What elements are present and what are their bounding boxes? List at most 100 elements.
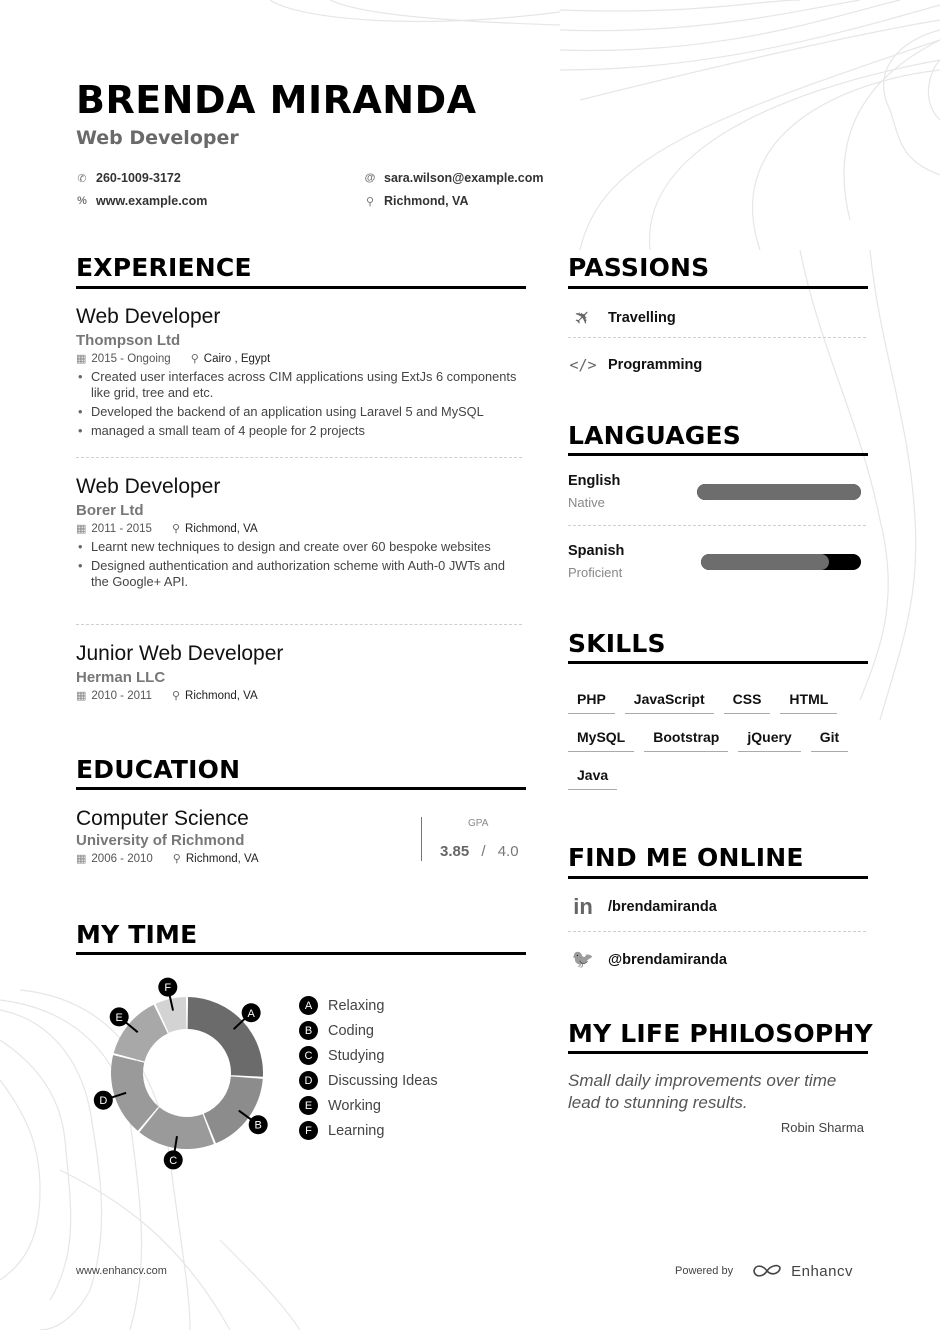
social-label[interactable]: @brendamiranda — [608, 952, 727, 968]
skill-tag: JavaScript — [624, 688, 714, 714]
legend-label: Studying — [328, 1047, 385, 1064]
gpa-divider — [421, 817, 422, 861]
phone-icon: ✆ — [77, 172, 87, 185]
language-proficiency-bar — [701, 554, 861, 570]
passion-separator — [568, 337, 866, 338]
phone-value[interactable]: 260-1009-3172 — [96, 171, 181, 185]
language-name: Spanish — [568, 543, 625, 559]
passion-label: Programming — [608, 357, 703, 373]
enhancv-brand[interactable]: Enhancv — [791, 1263, 853, 1280]
job-bullets: Created user interfaces across CIM appli… — [76, 369, 526, 439]
skills-heading: SKILLS — [568, 629, 666, 658]
language-separator — [568, 525, 866, 526]
skill-tag: jQuery — [738, 726, 801, 752]
contact-phone: ✆ 260-1009-3172 — [76, 171, 181, 185]
donut-label-text: B — [255, 1120, 262, 1132]
legend-item: A Relaxing — [299, 993, 438, 1018]
my-time-legend: A Relaxing B Coding C Studying D Discuss… — [299, 993, 438, 1143]
job-bullet: Learnt new techniques to design and crea… — [76, 539, 526, 555]
airplane-icon: ✈ — [569, 304, 598, 332]
passion-item: ✈ Travelling — [568, 304, 676, 331]
job-company: Herman LLC — [76, 669, 166, 686]
school: University of Richmond — [76, 832, 245, 849]
social-separator — [568, 931, 866, 932]
donut-label-text: C — [169, 1155, 177, 1167]
legend-label: Coding — [328, 1022, 374, 1039]
legend-badge: A — [299, 996, 318, 1015]
language-name: English — [568, 473, 621, 489]
legend-label: Working — [328, 1097, 381, 1114]
job-meta: ▦ 2011 - 2015 ⚲ Richmond, VA — [76, 522, 526, 536]
language-level: Proficient — [568, 565, 623, 580]
skill-tag: Git — [810, 726, 849, 752]
job-location: Cairo , Egypt — [203, 352, 271, 365]
candidate-name: BRENDA MIRANDA — [76, 78, 477, 122]
job-meta: ▦ 2010 - 2011 ⚲ Richmond, VA — [76, 689, 526, 703]
job-company: Thompson Ltd — [76, 332, 181, 349]
donut-slice-b — [203, 1076, 263, 1144]
gpa-separator: / — [481, 843, 486, 860]
legend-badge: D — [299, 1071, 318, 1090]
location-value: Richmond, VA — [384, 194, 469, 208]
skills-list: PHP JavaScript CSS HTML MySQL Bootstrap … — [568, 688, 868, 790]
footer-site-link[interactable]: www.enhancv.com — [76, 1265, 167, 1277]
candidate-title: Web Developer — [76, 127, 239, 149]
job-location: Richmond, VA — [185, 522, 258, 535]
legend-item: F Learning — [299, 1118, 438, 1143]
social-link-linkedin[interactable]: in /brendamiranda — [568, 894, 717, 920]
calendar-icon: ▦ — [76, 853, 87, 865]
job-bullet: Designed authentication and authorizatio… — [76, 558, 526, 590]
job-title: Junior Web Developer — [76, 642, 284, 665]
job-bullet: Created user interfaces across CIM appli… — [76, 369, 526, 401]
job-meta: ▦ 2015 - Ongoing ⚲ Cairo , Egypt — [76, 352, 526, 366]
location-pin-icon: ⚲ — [171, 523, 181, 535]
calendar-icon: ▦ — [76, 353, 87, 365]
skill-tag: MySQL — [568, 726, 635, 752]
website-value[interactable]: www.example.com — [96, 194, 207, 208]
job-entry: Web Developer Borer Ltd ▦ 2011 - 2015 ⚲ … — [76, 475, 526, 593]
gpa-score: 3.85 — [440, 843, 470, 860]
language-proficiency-fill — [701, 554, 829, 570]
skill-tag: HTML — [780, 688, 838, 714]
philosophy-quote: Small daily improvements over time lead … — [568, 1071, 837, 1112]
job-separator — [76, 457, 522, 458]
job-entry: Junior Web Developer Herman LLC ▦ 2010 -… — [76, 642, 526, 702]
job-dates: 2015 - Ongoing — [91, 352, 171, 365]
legend-badge: B — [299, 1021, 318, 1040]
skill-tag: Bootstrap — [644, 726, 729, 752]
location-pin-icon: ⚲ — [365, 195, 375, 208]
philosophy-heading: MY LIFE PHILOSOPHY — [568, 1019, 873, 1048]
job-bullets: Learnt new techniques to design and crea… — [76, 539, 526, 590]
code-icon: </> — [569, 356, 597, 374]
language-level: Native — [568, 495, 605, 510]
language-proficiency-bar — [697, 484, 861, 500]
degree: Computer Science — [76, 807, 249, 830]
social-label[interactable]: /brendamiranda — [608, 899, 717, 915]
legend-badge: E — [299, 1096, 318, 1115]
passions-heading: PASSIONS — [568, 253, 710, 282]
job-title: Web Developer — [76, 475, 221, 498]
legend-item: B Coding — [299, 1018, 438, 1043]
passion-label: Travelling — [608, 309, 676, 326]
languages-divider — [568, 453, 868, 456]
legend-item: C Studying — [299, 1043, 438, 1068]
social-link-twitter[interactable]: 🐦 @brendamiranda — [568, 949, 727, 970]
enhancv-logo-icon — [753, 1264, 781, 1277]
job-bullet: Developed the backend of an application … — [76, 404, 526, 420]
languages-heading: LANGUAGES — [568, 421, 742, 450]
donut-label-text: D — [99, 1095, 107, 1107]
my-time-donut-chart: A B C D E F — [93, 977, 268, 1170]
email-value[interactable]: sara.wilson@example.com — [384, 171, 543, 185]
passion-item: </> Programming — [568, 356, 702, 374]
footer-powered-by: Powered by Enhancv — [675, 1262, 853, 1280]
experience-divider — [76, 286, 526, 289]
resume-page: BRENDA MIRANDA Web Developer ✆ 260-1009-… — [0, 0, 940, 1330]
legend-label: Relaxing — [328, 997, 385, 1014]
powered-by-text: Powered by — [675, 1265, 734, 1277]
job-separator — [76, 624, 522, 625]
donut-label-text: E — [116, 1012, 123, 1024]
my-time-divider — [76, 952, 526, 955]
location-pin-icon: ⚲ — [171, 690, 181, 702]
skill-tag: PHP — [568, 688, 615, 714]
online-divider — [568, 876, 868, 879]
